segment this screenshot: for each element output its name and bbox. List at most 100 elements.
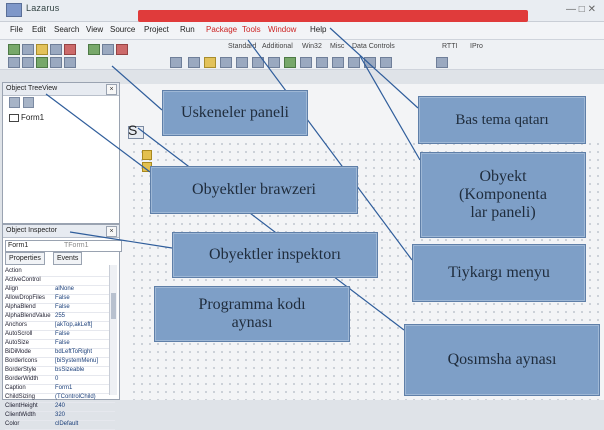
edit-component-icon[interactable] [252, 57, 264, 68]
property-name: Action [5, 268, 22, 274]
treeview-title: Object TreeView [3, 83, 119, 96]
step-into-icon[interactable] [8, 57, 20, 68]
property-value[interactable]: 0 [55, 375, 58, 384]
property-value[interactable]: alNone [55, 285, 74, 294]
panel-component-icon[interactable] [380, 57, 392, 68]
property-value[interactable]: 320 [55, 411, 65, 420]
toggle-form-icon[interactable] [36, 57, 48, 68]
palette-tab-win32[interactable]: Win32 [302, 43, 322, 50]
property-name: BorderIcons [5, 358, 38, 364]
combobox-component-icon[interactable] [332, 57, 344, 68]
button-component-icon[interactable] [220, 57, 232, 68]
component-selector-class: TForm1 [64, 242, 89, 249]
frame-component-icon[interactable] [436, 57, 448, 68]
treeview-close-icon[interactable]: × [106, 84, 117, 95]
palette-tab-misc[interactable]: Misc [330, 43, 344, 50]
tab-properties[interactable]: Properties [5, 252, 45, 265]
menu-item-window[interactable]: Window [268, 25, 296, 34]
property-value[interactable]: [biSystemMenu] [55, 357, 98, 366]
save-all-icon[interactable] [50, 44, 62, 55]
new-icon[interactable] [8, 44, 20, 55]
step-over-icon[interactable] [22, 57, 34, 68]
label-component-icon[interactable] [236, 57, 248, 68]
menu-item-file[interactable]: File [10, 25, 23, 34]
listbox-component-icon[interactable] [316, 57, 328, 68]
palette-tab-additional[interactable]: Additional [262, 43, 293, 50]
callout-obyektler-inspektori: Obyektler inspektorı [172, 232, 378, 278]
callout-tiykargi-menyu: Tiykargı menyu [412, 244, 586, 302]
pause-icon[interactable] [102, 44, 114, 55]
property-value[interactable]: [akTop,akLeft] [55, 321, 92, 330]
property-value[interactable]: 255 [55, 312, 65, 321]
callout-bas-tema-qatari: Bas tema qatarı [418, 96, 586, 144]
scrollbar-component-icon[interactable] [348, 57, 360, 68]
stop-icon[interactable] [116, 44, 128, 55]
callout-uskeneler-text: Uskeneler paneli [181, 104, 289, 122]
groupbox-component-icon[interactable] [364, 57, 376, 68]
palette-tab-rtti[interactable]: RTTI [442, 43, 457, 50]
window-controls[interactable]: — □ ✕ [566, 4, 596, 15]
menu-item-package[interactable]: Package [206, 25, 237, 34]
palette-tab-ipro[interactable]: IPro [470, 43, 483, 50]
app-icon [6, 3, 22, 17]
property-value[interactable]: bdLeftToRight [55, 348, 92, 357]
remove-icon[interactable] [23, 97, 34, 108]
menu-item-run[interactable]: Run [180, 25, 195, 34]
tab-events[interactable]: Events [53, 252, 83, 265]
app-title: Lazarus [26, 3, 60, 13]
inspector-title-text: Object Inspector [6, 227, 57, 234]
menu-item-help[interactable]: Help [310, 25, 326, 34]
property-value[interactable]: bsSizeable [55, 366, 84, 375]
callout-qosimsha-aynasi: Qosımsha aynası [404, 324, 600, 396]
tree-node-form1[interactable]: Form1 [9, 113, 44, 122]
pointer-icon[interactable] [170, 57, 182, 68]
palette-tab-standard[interactable]: Standard [228, 43, 256, 50]
mainmenu-component-icon[interactable] [188, 57, 200, 68]
run-icon[interactable] [88, 44, 100, 55]
callout-programma-kodi: Programma kodı aynası [154, 286, 350, 342]
property-name: BorderWidth [5, 376, 39, 382]
property-name: Anchors [5, 322, 28, 328]
highlight-bar [138, 10, 528, 22]
open-icon[interactable] [22, 44, 34, 55]
add-icon[interactable] [9, 97, 20, 108]
view-forms-icon[interactable] [64, 57, 76, 68]
property-name: BorderStyle [5, 367, 37, 373]
menu-item-source[interactable]: Source [110, 25, 135, 34]
menu-item-tools[interactable]: Tools [242, 25, 261, 34]
callout-programma-kodi-text: Programma kodı aynası [198, 296, 306, 331]
palette-tab-data-controls[interactable]: Data Controls [352, 43, 395, 50]
checkbox-component-icon[interactable] [284, 57, 296, 68]
callout-bas-tema-text: Bas tema qatarı [455, 111, 549, 128]
menu-item-project[interactable]: Project [144, 25, 169, 34]
save-icon[interactable] [36, 44, 48, 55]
property-name: ActiveControl [5, 277, 41, 283]
inspector-close-icon[interactable]: × [106, 226, 117, 237]
menu-item-edit[interactable]: Edit [32, 25, 46, 34]
property-value[interactable]: Form1 [55, 384, 72, 393]
radiobutton-component-icon[interactable] [300, 57, 312, 68]
menu-item-view[interactable]: View [86, 25, 103, 34]
property-name: Align [5, 286, 19, 292]
popupmenu-component-icon[interactable] [204, 57, 216, 68]
property-value[interactable]: False [55, 303, 70, 312]
close-file-icon[interactable] [64, 44, 76, 55]
property-value[interactable]: False [55, 294, 70, 303]
treeview-toolbar [5, 97, 125, 109]
property-value[interactable]: False [55, 339, 70, 348]
component-selector-name: Form1 [8, 242, 29, 249]
property-name: Color [5, 421, 20, 427]
component-selector[interactable]: Form1 TForm1 [5, 240, 122, 252]
property-value[interactable]: clDefault [55, 420, 78, 429]
property-row[interactable]: Color clDefault [5, 420, 115, 430]
scroll-thumb[interactable] [111, 293, 116, 319]
property-name: Caption [5, 385, 26, 391]
view-units-icon[interactable] [50, 57, 62, 68]
property-value[interactable]: 240 [55, 402, 65, 411]
property-value[interactable]: False [55, 330, 70, 339]
menu-item-search[interactable]: Search [54, 25, 79, 34]
property-value[interactable]: (TControlChild) [55, 393, 96, 402]
memo-component-icon[interactable] [268, 57, 280, 68]
inspector-scrollbar[interactable] [109, 265, 117, 395]
property-name: ClientWidth [5, 412, 36, 418]
